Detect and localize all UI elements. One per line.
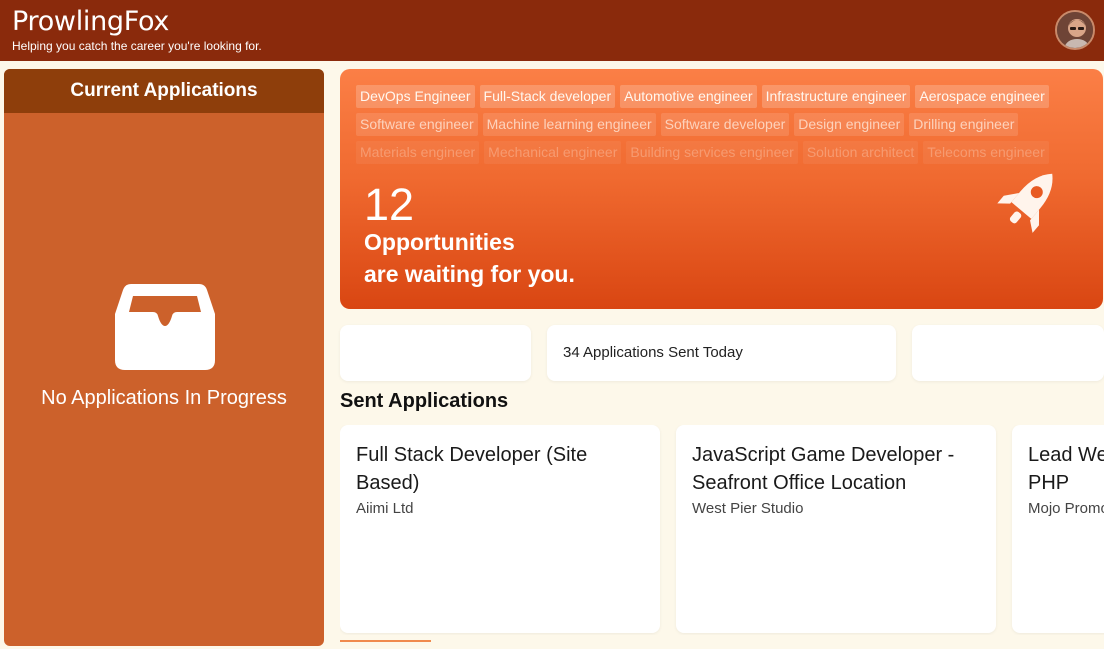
job-tag[interactable]: Drilling engineer [909, 113, 1019, 136]
opportunities-label: Opportunities [364, 229, 515, 255]
tag-row-2: Software engineer Machine learning engin… [356, 113, 1096, 136]
job-tag-cloud: DevOps Engineer Full-Stack developer Aut… [356, 85, 1096, 169]
opportunities-banner[interactable]: DevOps Engineer Full-Stack developer Aut… [340, 69, 1103, 309]
tag-row-3: Materials engineer Mechanical engineer B… [356, 141, 1096, 164]
inbox-tray-icon [115, 284, 215, 370]
job-tag[interactable]: Materials engineer [356, 141, 480, 164]
avatar-image [1057, 12, 1093, 48]
top-bar: ProwlingFox Helping you catch the career… [0, 0, 1104, 61]
brand-name[interactable]: ProwlingFox [12, 6, 169, 38]
tag-row-1: DevOps Engineer Full-Stack developer Aut… [356, 85, 1096, 108]
job-title: Lead Web Developer - Laravel, PHP [1028, 444, 1104, 494]
company-name: West Pier Studio [692, 500, 804, 517]
job-tag[interactable]: Automotive engineer [620, 85, 757, 108]
stat-card-applications-today: 34 Applications Sent Today [547, 325, 896, 381]
job-title: Full Stack Developer (Site Based) [356, 444, 588, 494]
opportunities-count: 12 [364, 179, 415, 230]
current-applications-panel: Current Applications No Applications In … [4, 69, 324, 646]
job-tag[interactable]: Telecoms engineer [923, 141, 1049, 164]
carousel-scroll-indicator[interactable] [340, 640, 431, 642]
job-tag[interactable]: Aerospace engineer [915, 85, 1049, 108]
brand-tagline: Helping you catch the career you're look… [12, 39, 262, 53]
job-tag[interactable]: Mechanical engineer [484, 141, 622, 164]
job-tag[interactable]: Full-Stack developer [479, 85, 616, 108]
job-tag[interactable]: Design engineer [794, 113, 905, 136]
empty-state-text: No Applications In Progress [41, 387, 287, 409]
current-applications-title: Current Applications [4, 69, 324, 113]
application-card[interactable]: JavaScript Game Developer - Seafront Off… [676, 425, 996, 633]
job-tag[interactable]: Software engineer [356, 113, 478, 136]
stat-card-left [340, 325, 531, 381]
job-tag[interactable]: Infrastructure engineer [761, 85, 911, 108]
job-tag[interactable]: Solution architect [802, 141, 919, 164]
company-name: Mojo Promotions [1028, 500, 1104, 517]
company-name: Aiimi Ltd [356, 500, 414, 517]
job-tag[interactable]: Building services engineer [626, 141, 798, 164]
sent-applications-carousel[interactable]: Full Stack Developer (Site Based) Aiimi … [340, 425, 1104, 635]
job-tag[interactable]: Software developer [660, 113, 790, 136]
sent-applications-title: Sent Applications [340, 390, 509, 412]
application-card[interactable]: Full Stack Developer (Site Based) Aiimi … [340, 425, 660, 633]
applications-today-text: 34 Applications Sent Today [563, 344, 743, 361]
opportunities-subtitle: are waiting for you. [364, 261, 575, 287]
job-tag[interactable]: Machine learning engineer [482, 113, 656, 136]
job-tag[interactable]: DevOps Engineer [356, 85, 475, 108]
stat-card-right [912, 325, 1104, 381]
user-avatar[interactable] [1055, 10, 1095, 50]
application-card[interactable]: Lead Web Developer - Laravel, PHP Mojo P… [1012, 425, 1104, 633]
rocket-icon [997, 173, 1053, 233]
job-title: JavaScript Game Developer - Seafront Off… [692, 444, 955, 494]
